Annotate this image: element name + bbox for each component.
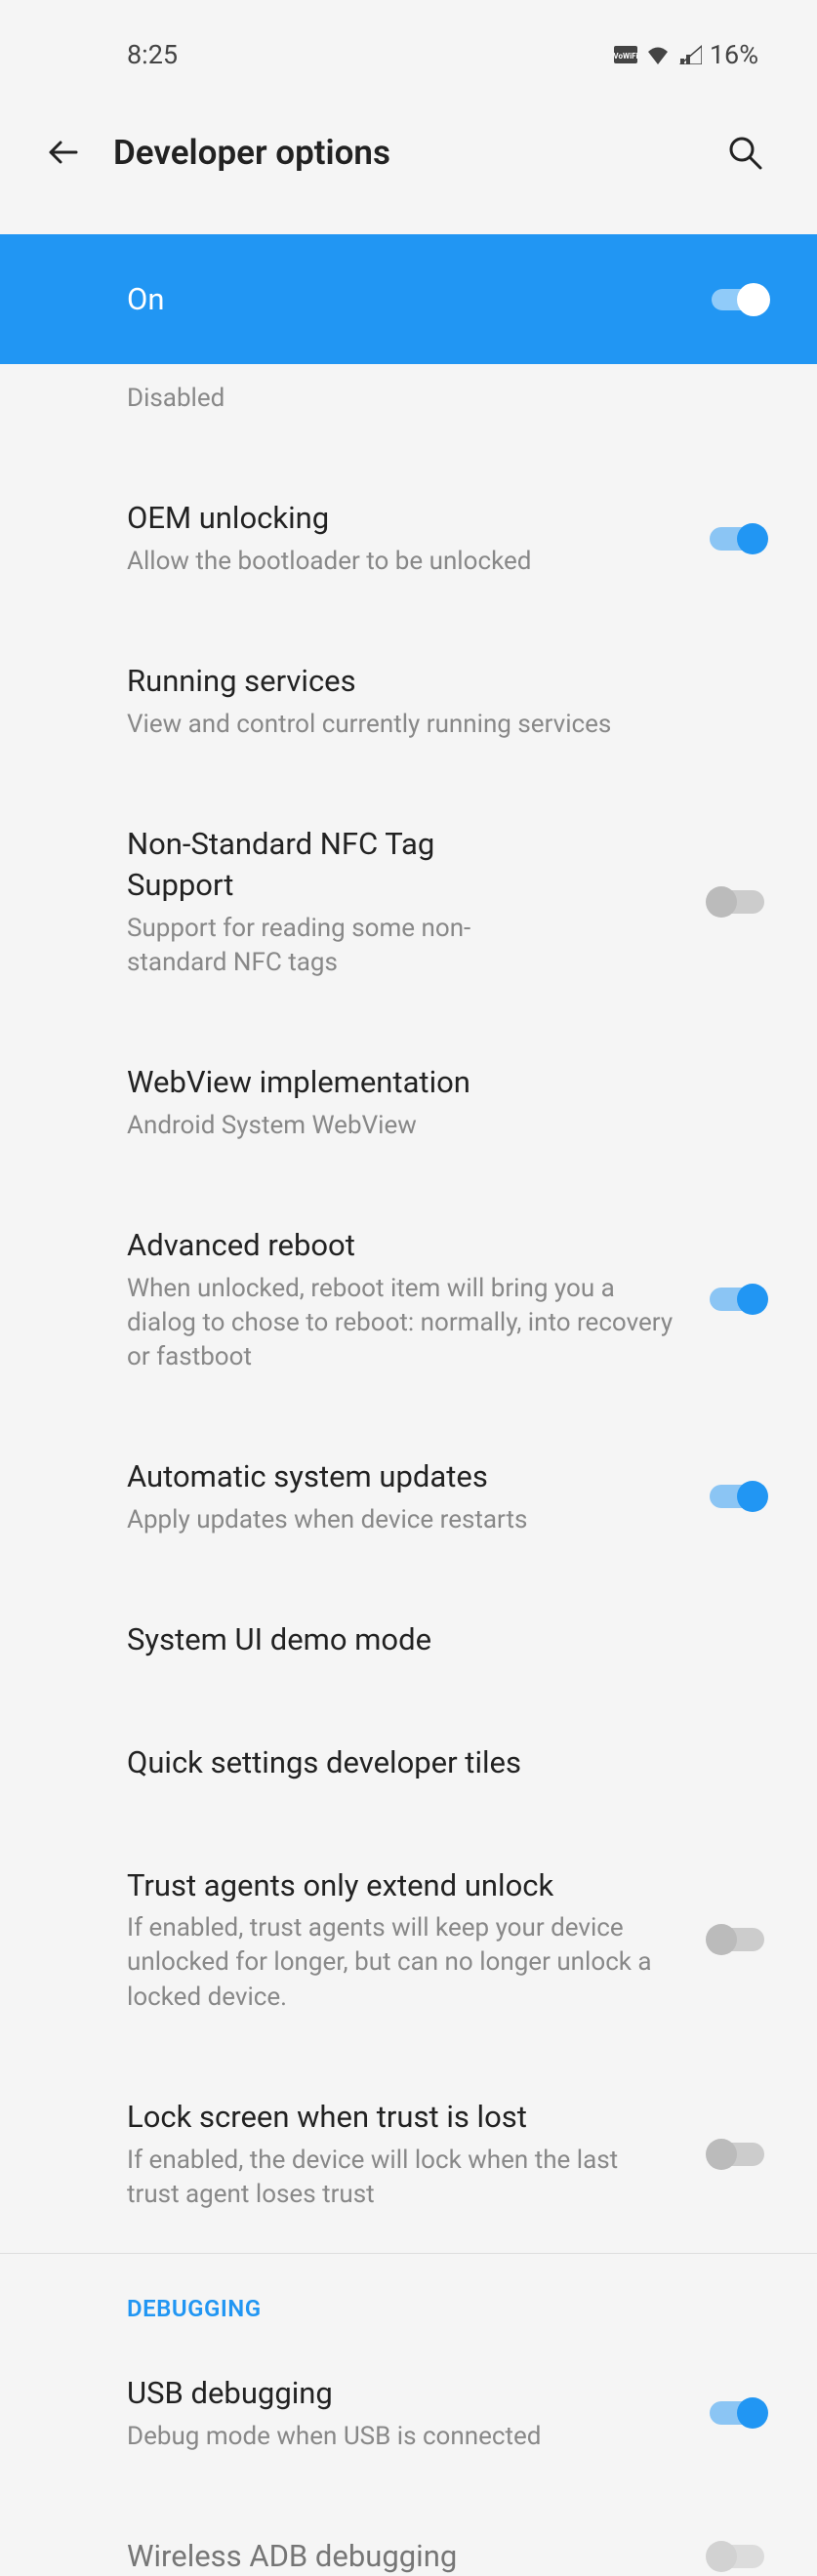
setting-title: Running services: [127, 661, 739, 702]
master-toggle-row[interactable]: On: [0, 234, 817, 364]
nfc-tag-toggle[interactable]: [706, 884, 768, 920]
battery-percent: 16%: [710, 39, 758, 70]
setting-subtitle: Debug mode when USB is connected: [127, 2420, 676, 2454]
master-toggle-label: On: [127, 281, 164, 317]
trust-agents-toggle[interactable]: [706, 1922, 768, 1957]
setting-running-services[interactable]: Running services View and control curren…: [0, 620, 817, 783]
setting-nfc-tag[interactable]: Non-Standard NFC Tag Support Support for…: [0, 783, 817, 1021]
svg-text:VoWiFi: VoWiFi: [614, 52, 637, 61]
setting-title: Automatic system updates: [127, 1456, 676, 1497]
wifi-icon: [645, 45, 671, 64]
setting-title: Quick settings developer tiles: [127, 1742, 739, 1783]
setting-advanced-reboot[interactable]: Advanced reboot When unlocked, reboot it…: [0, 1184, 817, 1415]
setting-usb-debugging[interactable]: USB debugging Debug mode when USB is con…: [0, 2332, 817, 2495]
setting-subtitle: Disabled: [127, 382, 739, 416]
advanced-reboot-toggle[interactable]: [706, 1282, 768, 1317]
section-header-debugging: DEBUGGING: [0, 2254, 817, 2332]
setting-trust-agents[interactable]: Trust agents only extend unlock If enabl…: [0, 1824, 817, 2056]
app-header: Developer options: [0, 90, 817, 234]
setting-title: System UI demo mode: [127, 1619, 739, 1660]
setting-title: Lock screen when trust is lost: [127, 2097, 676, 2138]
setting-lock-screen-trust[interactable]: Lock screen when trust is lost If enable…: [0, 2056, 817, 2253]
setting-title: Advanced reboot: [127, 1225, 676, 1266]
status-time: 8:25: [127, 39, 178, 70]
setting-subtitle: If enabled, the device will lock when th…: [127, 2144, 676, 2212]
setting-wireless-adb[interactable]: Wireless ADB debugging: [0, 2495, 817, 2576]
setting-subtitle: Apply updates when device restarts: [127, 1503, 676, 1537]
page-title: Developer options: [113, 133, 721, 173]
setting-title: Wireless ADB debugging: [127, 2536, 676, 2576]
setting-title: USB debugging: [127, 2373, 676, 2414]
setting-subtitle: View and control currently running servi…: [127, 708, 739, 742]
settings-list: Disabled OEM unlocking Allow the bootloa…: [0, 364, 817, 2576]
setting-title: OEM unlocking: [127, 498, 676, 539]
vowifi-icon: VoWiFi: [614, 46, 637, 63]
setting-subtitle: When unlocked, reboot item will bring yo…: [127, 1272, 676, 1374]
usb-debugging-toggle[interactable]: [706, 2395, 768, 2431]
setting-auto-updates[interactable]: Automatic system updates Apply updates w…: [0, 1415, 817, 1578]
oem-unlocking-toggle[interactable]: [706, 521, 768, 556]
status-bar: 8:25 VoWiFi 16%: [0, 0, 817, 90]
signal-icon: [678, 45, 702, 64]
arrow-left-icon: [43, 133, 82, 172]
back-button[interactable]: [39, 129, 86, 176]
search-button[interactable]: [721, 129, 768, 176]
setting-title: WebView implementation: [127, 1062, 739, 1103]
setting-subtitle: Android System WebView: [127, 1109, 739, 1143]
setting-subtitle: If enabled, trust agents will keep your …: [127, 1911, 676, 2014]
auto-updates-toggle[interactable]: [706, 1479, 768, 1514]
master-toggle-switch[interactable]: [706, 284, 768, 315]
wireless-adb-toggle[interactable]: [706, 2539, 768, 2574]
search-icon: [725, 133, 764, 172]
setting-quick-settings-tiles[interactable]: Quick settings developer tiles: [0, 1701, 817, 1824]
setting-subtitle: Support for reading some non-standard NF…: [127, 912, 537, 980]
setting-title: Non-Standard NFC Tag Support: [127, 824, 537, 906]
setting-webview[interactable]: WebView implementation Android System We…: [0, 1021, 817, 1184]
setting-oem-unlocking[interactable]: OEM unlocking Allow the bootloader to be…: [0, 457, 817, 620]
setting-partial-disabled[interactable]: Disabled: [0, 364, 817, 457]
status-right: VoWiFi 16%: [614, 39, 758, 70]
setting-title: Trust agents only extend unlock: [127, 1865, 676, 1906]
setting-demo-mode[interactable]: System UI demo mode: [0, 1578, 817, 1701]
setting-subtitle: Allow the bootloader to be unlocked: [127, 545, 676, 579]
lock-screen-trust-toggle[interactable]: [706, 2137, 768, 2172]
